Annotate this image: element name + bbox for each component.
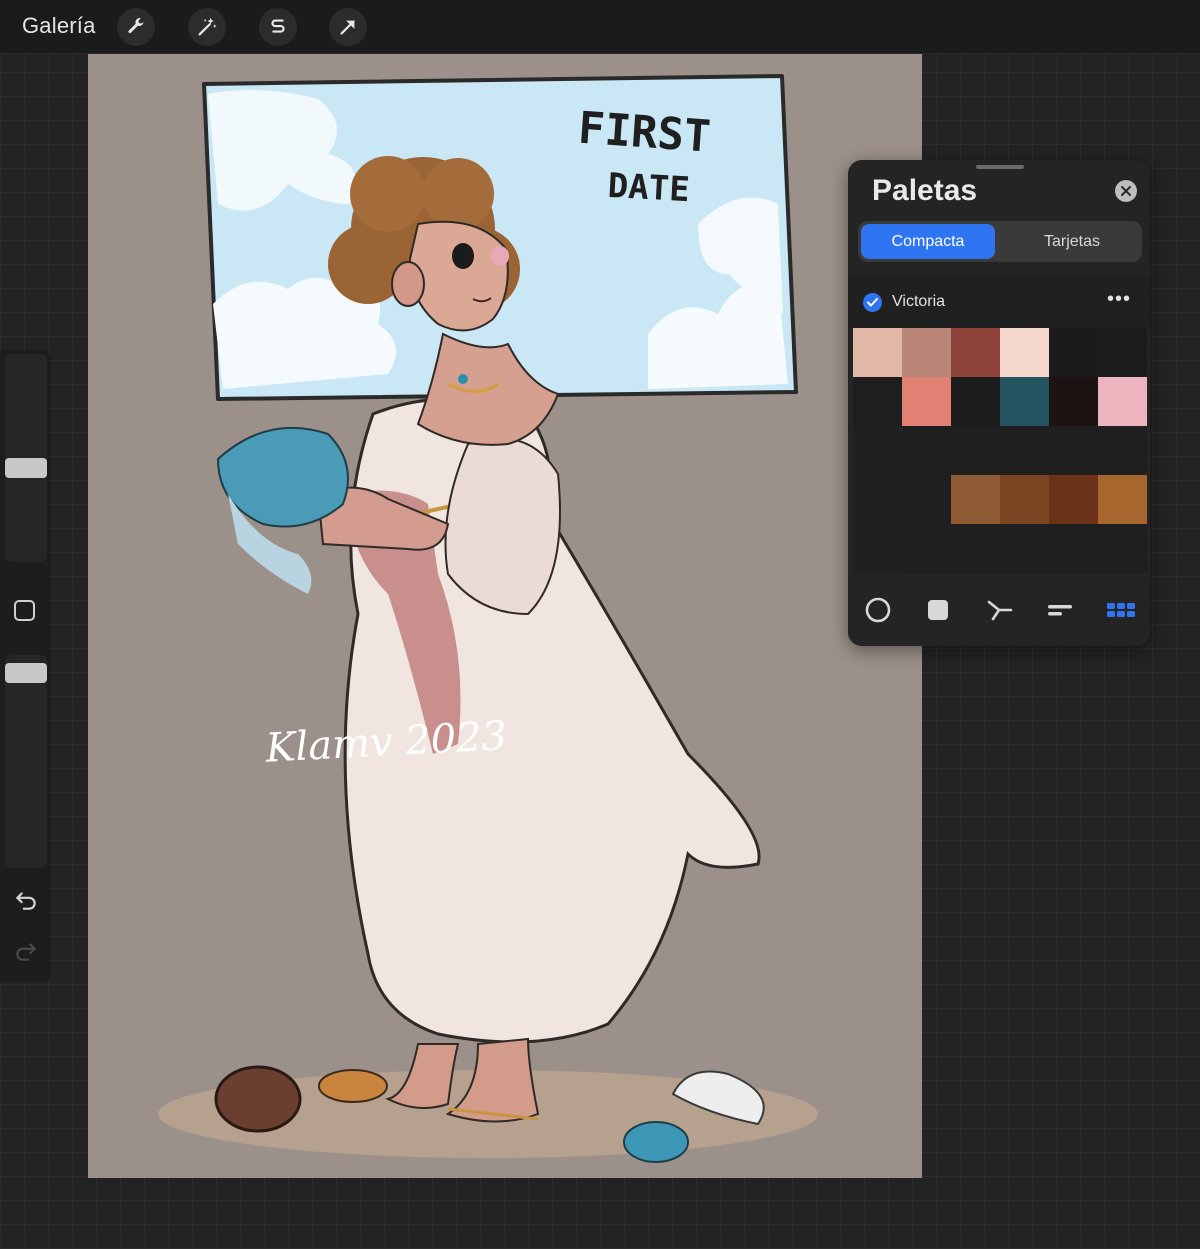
color-swatch[interactable] [902,328,951,377]
harmony-icon[interactable] [985,595,1015,625]
adjustments-button[interactable] [188,8,226,46]
default-palette-checkbox[interactable] [863,293,882,312]
color-swatch[interactable] [1000,377,1049,426]
color-square-icon[interactable] [923,595,953,625]
color-swatch[interactable] [902,377,951,426]
color-swatch[interactable] [1098,524,1147,573]
top-toolbar: Galería [0,0,1200,54]
transform-button[interactable] [329,8,367,46]
color-swatch[interactable] [951,377,1000,426]
close-button[interactable] [1115,180,1137,202]
color-swatch[interactable] [1049,524,1098,573]
color-swatch[interactable] [1000,475,1049,524]
color-swatch[interactable] [1098,475,1147,524]
arrow-transform-icon [340,20,355,35]
drawing-canvas[interactable]: FIRST DATE Klamv 2023 [88,54,922,1178]
palette-header-victoria[interactable]: Victoria ••• [848,276,1150,328]
panel-grabber[interactable] [976,165,1024,169]
left-sidebar [0,350,51,982]
color-swatch[interactable] [853,524,902,573]
color-swatch[interactable] [1000,524,1049,573]
more-options-icon[interactable]: ••• [1107,288,1131,311]
tab-tarjetas[interactable]: Tarjetas [1005,224,1139,259]
color-swatch[interactable] [1000,328,1049,377]
wrench-icon [128,18,144,34]
tab-compacta[interactable]: Compacta [861,224,995,259]
color-swatch[interactable] [853,377,902,426]
actions-button[interactable] [117,8,155,46]
palettes-grid-icon[interactable] [1106,595,1136,625]
swatch-grid [853,328,1147,573]
view-mode-segmented-control: Compacta Tarjetas [858,221,1142,262]
color-swatch[interactable] [951,426,1000,475]
brush-size-thumb[interactable] [5,458,47,478]
color-swatch[interactable] [1049,426,1098,475]
artwork-illustration: FIRST DATE Klamv 2023 [158,74,818,1163]
palettes-panel: Paletas Compacta Tarjetas Victoria ••• [848,160,1150,646]
color-swatch[interactable] [902,426,951,475]
opacity-slider[interactable] [5,655,47,868]
selection-button[interactable] [259,8,297,46]
color-swatch[interactable] [1098,377,1147,426]
color-swatch[interactable] [1049,328,1098,377]
color-swatch[interactable] [853,475,902,524]
gallery-button[interactable]: Galería [22,13,96,39]
color-swatch[interactable] [1098,426,1147,475]
checkmark-icon [867,298,878,307]
color-disc-icon[interactable] [863,595,893,625]
color-swatch[interactable] [902,475,951,524]
sign-text-date: DATE [607,166,691,210]
color-swatch[interactable] [1098,328,1147,377]
magic-wand-icon [198,17,217,36]
palette-name: Victoria [892,293,946,310]
color-swatch[interactable] [1049,377,1098,426]
color-swatch[interactable] [853,328,902,377]
sign-text-first: FIRST [577,103,713,163]
color-swatch[interactable] [951,524,1000,573]
value-sliders-icon[interactable] [1045,595,1075,625]
redo-icon[interactable] [13,938,39,964]
color-swatch[interactable] [902,524,951,573]
color-swatch[interactable] [1000,426,1049,475]
color-swatch[interactable] [1049,475,1098,524]
modify-button[interactable] [14,600,35,621]
opacity-thumb[interactable] [5,663,47,683]
color-swatch[interactable] [853,426,902,475]
color-swatch[interactable] [951,475,1000,524]
undo-icon[interactable] [13,887,39,913]
close-icon [1121,186,1131,196]
selection-s-icon [271,19,285,33]
color-swatch[interactable] [951,328,1000,377]
color-mode-bar [848,573,1150,646]
panel-title: Paletas [872,174,978,207]
